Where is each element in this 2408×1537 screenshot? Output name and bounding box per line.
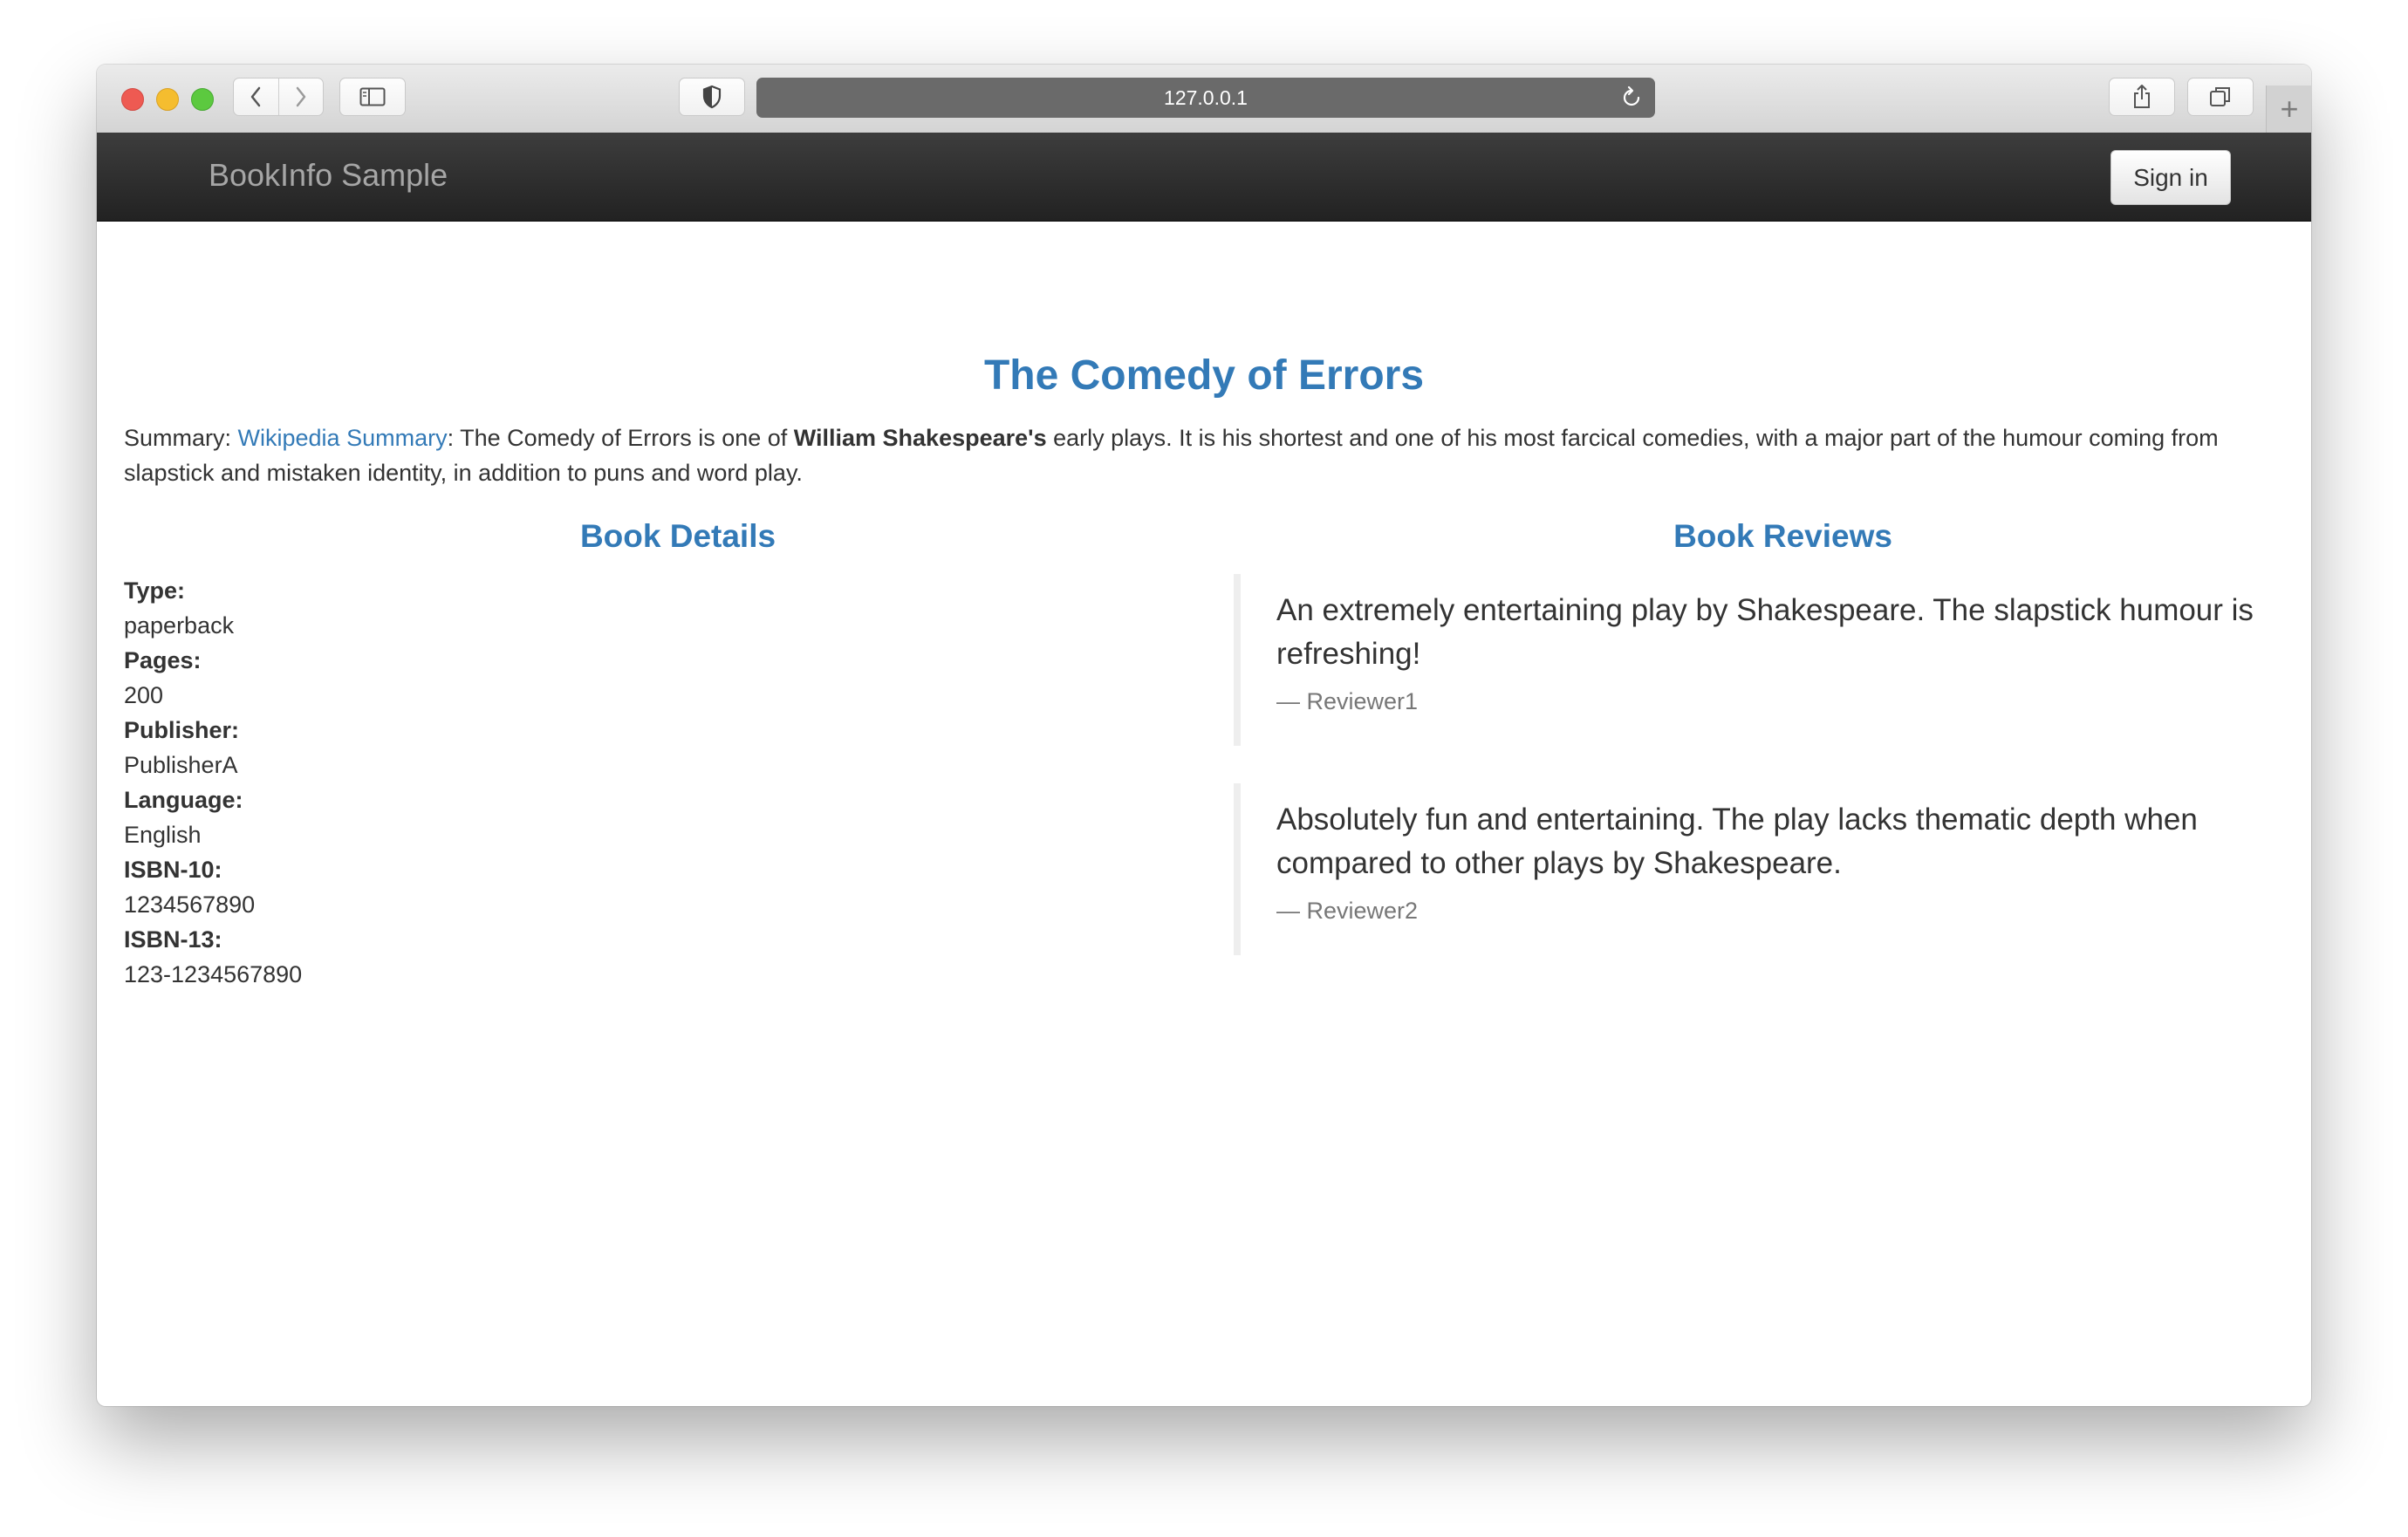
detail-label-language: Language: [124,787,243,813]
detail-value-isbn13: 123-1234567890 [124,961,303,987]
reload-icon[interactable] [1620,85,1643,115]
book-details-heading: Book Details [579,518,776,554]
back-button[interactable] [234,79,278,115]
review-blockquote: An extremely entertaining play by Shakes… [1234,574,2311,746]
privacy-report-button[interactable] [679,78,745,116]
zoom-window-button[interactable] [191,88,214,111]
browser-window: 127.0.0.1 + BookInfo Sample Sign in The … [97,65,2311,1406]
summary-prefix: Summary: [124,425,238,451]
book-title: The Comedy of Errors [983,352,1425,399]
detail-value-language: English [124,822,202,848]
new-tab-button[interactable]: + [2266,85,2311,133]
review-text: An extremely entertaining play by Shakes… [1276,593,2254,671]
sign-in-button[interactable]: Sign in [2110,150,2231,205]
tab-overview-button[interactable] [2187,78,2254,116]
navbar-brand[interactable]: BookInfo Sample [209,157,448,194]
chevron-left-icon [251,86,261,107]
share-button[interactable] [2109,78,2175,116]
close-window-button[interactable] [121,88,144,111]
address-bar[interactable]: 127.0.0.1 [756,78,1655,118]
minimize-window-button[interactable] [156,88,179,111]
summary-author: William Shakespeare's [793,425,1047,451]
summary-text-before: : The Comedy of Errors is one of [447,425,794,451]
sidebar-icon [359,87,386,106]
detail-value-isbn10: 1234567890 [124,891,256,918]
forward-button[interactable] [277,79,324,115]
share-icon [2134,85,2150,108]
history-nav-group [233,78,324,116]
browser-toolbar: 127.0.0.1 + [97,65,2311,133]
detail-label-type: Type: [124,577,186,604]
sidebar-toggle-button[interactable] [339,78,406,116]
url-text: 127.0.0.1 [1164,85,1248,109]
plus-icon: + [2280,91,2299,126]
page: 127.0.0.1 + BookInfo Sample Sign in The … [0,0,2408,1537]
detail-value-pages: 200 [124,682,164,708]
detail-value-publisher: PublisherA [124,752,238,778]
shield-icon [702,85,722,109]
review-text: Absolutely fun and entertaining. The pla… [1276,803,2198,880]
detail-value-type: paperback [124,612,235,639]
detail-label-publisher: Publisher: [124,717,240,743]
review-blockquote: Absolutely fun and entertaining. The pla… [1234,783,2311,955]
detail-label-isbn10: ISBN-10: [124,857,222,883]
book-details-list: Type: paperback Pages: 200 Publisher: Pu… [124,573,302,992]
review-author: — Reviewer2 [1276,898,1419,924]
book-summary: Summary: Wikipedia Summary: The Comedy o… [124,420,2279,490]
wikipedia-summary-link[interactable]: Wikipedia Summary [238,425,448,451]
site-navbar: BookInfo Sample Sign in [97,133,2311,222]
detail-label-pages: Pages: [124,647,202,673]
book-reviews-heading: Book Reviews [1673,518,1892,554]
chevron-right-icon [296,86,305,107]
review-author: — Reviewer1 [1276,688,1419,714]
detail-label-isbn13: ISBN-13: [124,926,222,953]
tabs-icon [2210,87,2230,106]
